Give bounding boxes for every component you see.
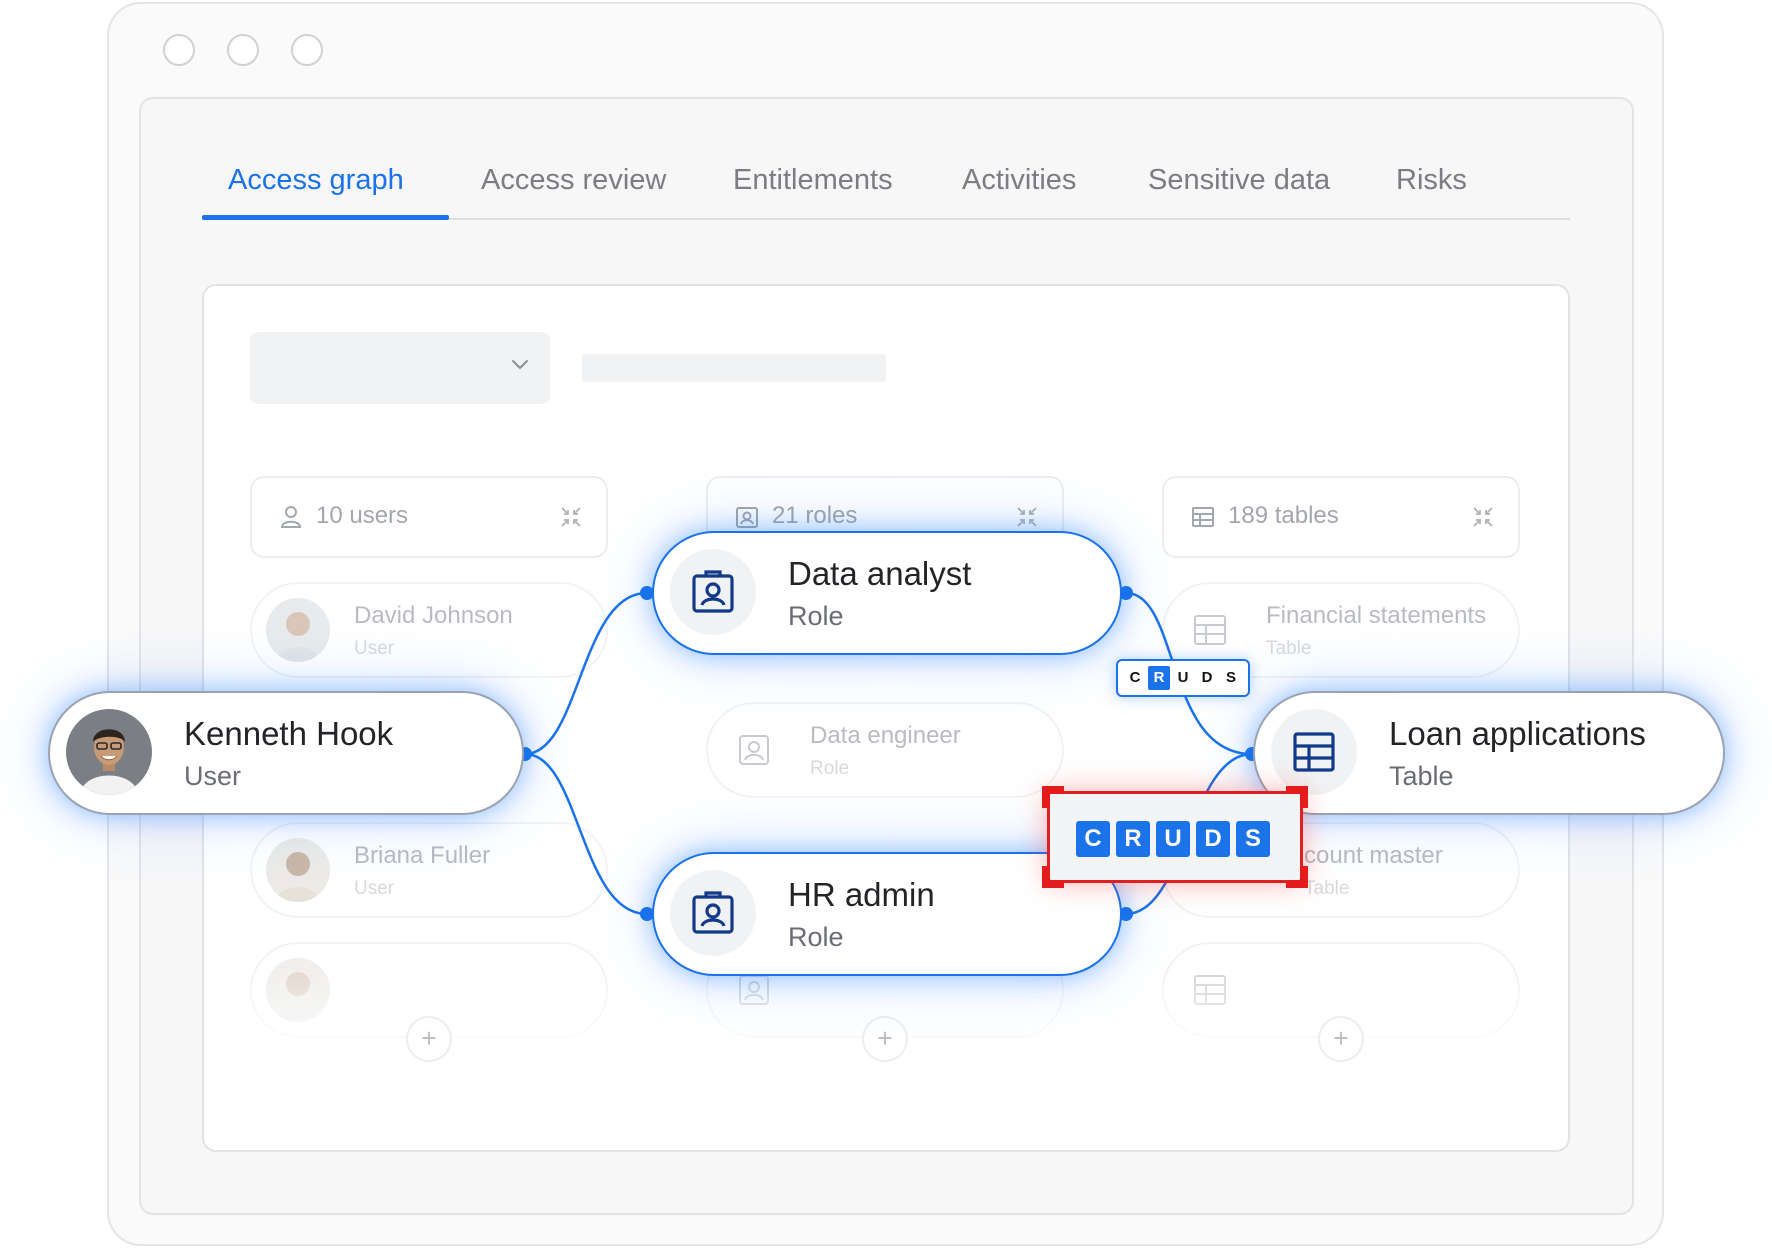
role-name: HR admin (788, 876, 935, 913)
role-type: Role (788, 601, 844, 631)
permission-update: U (1156, 821, 1190, 857)
role-icon-holder (670, 549, 756, 635)
table-icon-holder (1271, 709, 1357, 795)
permission-delete: D (1201, 669, 1213, 686)
permission-share: S (1225, 669, 1236, 686)
permission-delete: D (1196, 821, 1230, 857)
selection-corner (1042, 786, 1064, 808)
role-type: Role (788, 922, 844, 952)
table-icon (1293, 732, 1335, 772)
table-type: Table (1389, 761, 1454, 791)
avatar (66, 709, 152, 795)
badge-icon (692, 570, 734, 613)
permission-read: R (1148, 666, 1170, 690)
role-node-data-analyst[interactable]: Data analyst Role (652, 531, 1122, 655)
permission-read: R (1116, 821, 1150, 857)
user-type: User (184, 761, 242, 791)
role-name: Data analyst (788, 555, 972, 592)
selection-corner (1042, 866, 1064, 888)
user-node[interactable]: Kenneth Hook User (48, 691, 524, 815)
permission-badge-read[interactable]: C R U D S (1116, 659, 1250, 697)
selection-corner (1286, 866, 1308, 888)
role-icon-holder (670, 870, 756, 956)
permission-create: C (1076, 821, 1110, 857)
badge-icon (692, 891, 734, 934)
user-name: Kenneth Hook (184, 715, 394, 752)
permission-update: U (1177, 669, 1189, 686)
permission-share: S (1236, 821, 1270, 857)
permission-create: C (1129, 669, 1141, 686)
permission-letters: C R U D S (1076, 821, 1276, 857)
table-node[interactable]: Loan applications Table (1253, 691, 1725, 815)
table-name: Loan applications (1389, 715, 1646, 752)
permission-badge-full-access-alert[interactable]: C R U D S (1042, 786, 1308, 888)
selection-corner (1286, 786, 1308, 808)
